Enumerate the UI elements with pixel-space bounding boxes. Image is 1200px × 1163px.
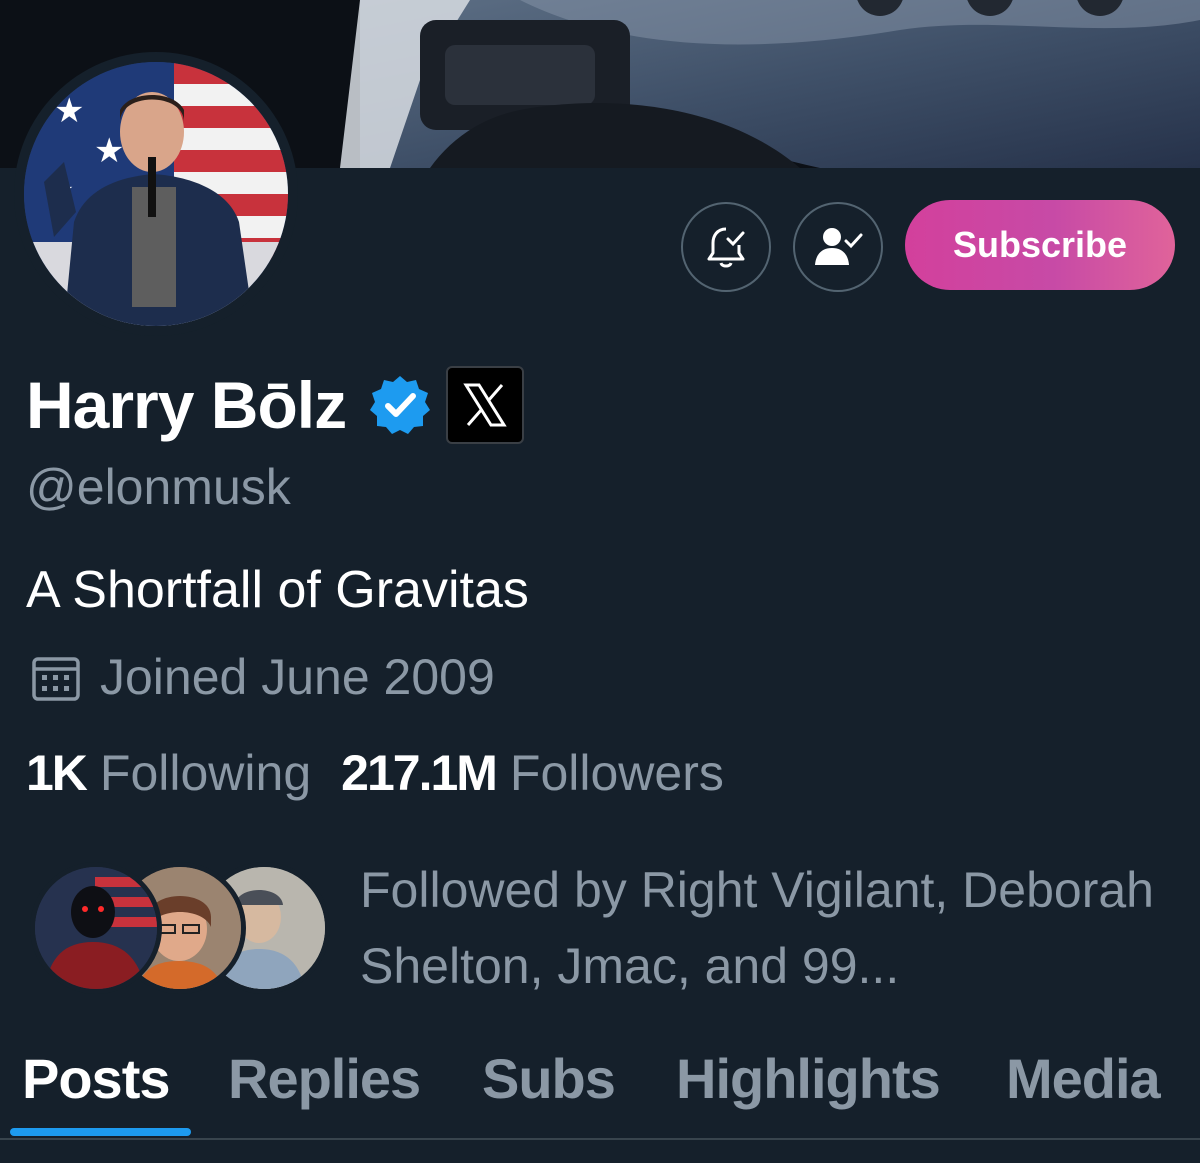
tab-replies[interactable]: Replies [228,1046,421,1111]
joined-date: Joined June 2009 [30,646,495,708]
profile-handle: @elonmusk [26,459,291,515]
tab-posts[interactable]: Posts [22,1046,170,1111]
name-row: Harry Bōlz [26,360,525,450]
following-label: Following [99,745,312,801]
following-count: 1K [26,745,88,801]
bell-check-icon [707,227,745,268]
followers-label: Followers [509,745,724,801]
avatar-photo: ★ ★ ★ ★ [24,62,288,326]
person-check-icon [815,228,863,265]
joined-text: Joined June 2009 [100,649,495,705]
tab-media[interactable]: Media [1006,1046,1161,1111]
calendar-icon [32,657,80,701]
subscribe-label: Subscribe [952,224,1128,265]
tab-highlights[interactable]: Highlights [676,1046,941,1111]
notifications-button[interactable] [681,202,771,292]
svg-text:★: ★ [54,91,84,131]
followed-by-text[interactable]: Followed by Right Vigilant, Deborah Shel… [360,852,1190,1004]
tab-subs[interactable]: Subs [482,1046,616,1111]
subscribe-button[interactable]: Subscribe [905,200,1175,290]
followed-by-avatars[interactable] [30,862,330,994]
verified-badge-icon[interactable] [368,373,432,437]
profile-bio: A Shortfall of Gravitas [26,561,529,619]
following-button[interactable] [793,202,883,292]
follower-avatar [30,862,162,994]
following-link[interactable]: 1K Following [26,744,311,802]
followers-link[interactable]: 217.1M Followers [341,744,724,802]
profile-avatar[interactable]: ★ ★ ★ ★ [14,52,298,336]
active-tab-indicator [10,1128,191,1136]
display-name: Harry Bōlz [26,368,347,442]
x-logo-icon [463,383,507,427]
followers-count: 217.1M [341,745,498,801]
follow-stats: 1K Following 217.1M Followers [26,744,724,802]
affiliate-badge[interactable] [446,366,525,444]
profile-tabs: Posts Replies Subs Highlights Media [0,1040,1200,1140]
svg-text:★: ★ [94,131,124,171]
